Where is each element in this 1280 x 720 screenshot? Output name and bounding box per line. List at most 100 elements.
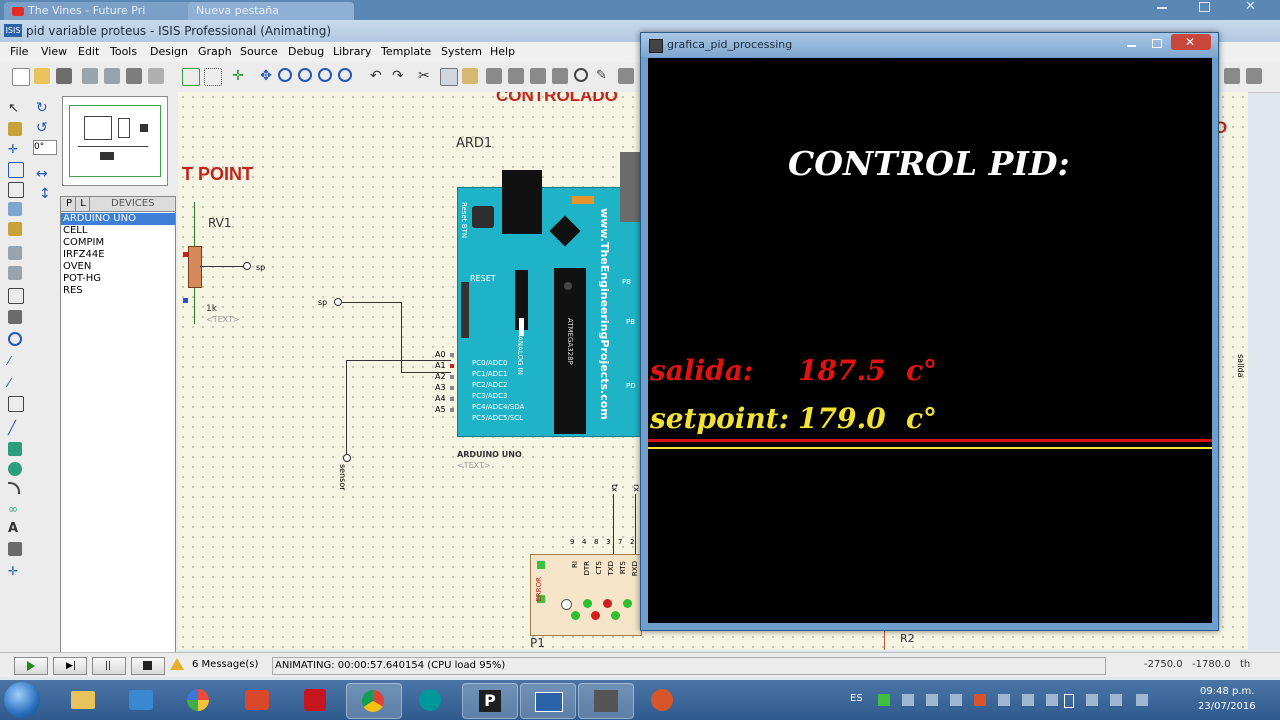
symbol-tool-icon[interactable] (8, 542, 22, 556)
clock-time[interactable]: 09:48 p.m. (1200, 686, 1254, 697)
sp-terminal[interactable] (243, 262, 251, 270)
current-probe-icon[interactable]: ⁄ (8, 376, 22, 390)
voltage-probe-icon[interactable]: ⁄ (8, 354, 22, 368)
maximize-button[interactable] (1145, 36, 1169, 50)
subcircuit-icon[interactable] (8, 222, 22, 236)
terminal-icon[interactable] (8, 246, 22, 260)
box-tool-icon[interactable] (8, 442, 22, 456)
tape-icon[interactable] (8, 310, 22, 324)
selection-mode-icon[interactable]: ↖ (8, 102, 22, 116)
reset-button[interactable] (472, 206, 494, 228)
pin-icon[interactable] (8, 266, 22, 280)
menu-tools[interactable]: Tools (110, 42, 137, 62)
refresh-icon[interactable] (182, 68, 200, 86)
library-manager-button[interactable]: L (77, 197, 90, 211)
open-folder-icon[interactable] (34, 68, 50, 84)
processing-title-bar[interactable]: grafica_pid_processing ✕ (641, 33, 1218, 57)
packaging-icon[interactable] (618, 68, 634, 84)
taskbar-app[interactable] (636, 683, 690, 717)
arduino-board[interactable]: Reset BTN ATMEGA328P www.TheEngineeringP… (457, 170, 649, 437)
taskbar-chrome[interactable] (346, 683, 402, 719)
taskbar-isis[interactable] (520, 683, 576, 719)
stop-button[interactable] (131, 657, 165, 675)
taskbar-explorer[interactable] (56, 683, 110, 717)
browser-tab-new[interactable]: Nueva pestaña (188, 2, 354, 20)
menu-file[interactable]: File (10, 42, 28, 62)
origin-icon[interactable]: ✛ (230, 68, 246, 84)
text-script-icon[interactable] (8, 182, 24, 198)
menu-help[interactable]: Help (490, 42, 515, 62)
junction-icon[interactable]: ✛ (8, 142, 22, 156)
taskbar-acrobat[interactable] (288, 683, 342, 717)
menu-graph[interactable]: Graph (198, 42, 232, 62)
pick-device-icon[interactable] (574, 68, 588, 82)
tray-icon[interactable] (1046, 694, 1058, 706)
generator-icon[interactable] (8, 332, 22, 346)
mirror-x-icon[interactable]: ↔ (36, 166, 48, 182)
taskbar-media-player[interactable] (114, 683, 168, 717)
language-indicator[interactable]: ES (850, 693, 863, 704)
device-item-oven[interactable]: OVEN (63, 261, 91, 273)
menu-debug[interactable]: Debug (288, 42, 324, 62)
print-area-icon[interactable] (148, 68, 164, 84)
bus-icon[interactable] (8, 202, 22, 216)
taskbar-processing[interactable]: P (462, 683, 518, 719)
rotate-ccw-icon[interactable]: ↺ (36, 120, 48, 136)
block-copy-icon[interactable] (486, 68, 502, 84)
undo-icon[interactable]: ↶ (370, 68, 386, 84)
circle-tool-icon[interactable] (8, 462, 22, 476)
menu-template[interactable]: Template (381, 42, 431, 62)
device-item-arduino-uno[interactable]: ARDUINO UNO (61, 213, 175, 225)
print-icon[interactable] (126, 68, 142, 84)
path-tool-icon[interactable]: ∞ (8, 502, 22, 516)
copy-icon[interactable] (440, 68, 458, 86)
overview-window[interactable] (62, 96, 168, 186)
component-mode-icon[interactable] (8, 122, 22, 136)
pick-device-button[interactable]: P (63, 197, 76, 211)
netlist-icon[interactable] (1224, 68, 1240, 84)
new-file-icon[interactable] (12, 68, 30, 86)
play-button[interactable] (14, 657, 48, 675)
arc-tool-icon[interactable] (8, 482, 20, 494)
menu-design[interactable]: Design (150, 42, 188, 62)
taskbar-app[interactable] (230, 683, 284, 717)
pan-icon[interactable]: ✥ (258, 68, 274, 84)
maximize-icon[interactable] (1199, 2, 1210, 12)
tray-icon[interactable] (998, 694, 1010, 706)
taskbar-arduino[interactable] (404, 683, 458, 717)
tray-icon[interactable] (902, 694, 914, 706)
clock-date[interactable]: 23/07/2016 (1198, 701, 1256, 712)
redo-icon[interactable]: ↷ (392, 68, 408, 84)
zoom-area-icon[interactable] (338, 68, 352, 82)
device-item-irfz44e[interactable]: IRFZ44E (63, 249, 105, 261)
menu-edit[interactable]: Edit (78, 42, 99, 62)
step-button[interactable]: ▶| (53, 657, 87, 675)
rotate-cw-icon[interactable]: ↻ (36, 100, 48, 116)
tray-icon[interactable] (878, 694, 890, 706)
taskbar-processing-sketch[interactable] (578, 683, 634, 719)
close-button[interactable]: ✕ (1171, 34, 1211, 50)
block-rotate-icon[interactable] (530, 68, 546, 84)
sensor-terminal[interactable] (343, 454, 351, 462)
device-item-compim[interactable]: COMPIM (63, 237, 104, 249)
tray-icon[interactable] (950, 694, 962, 706)
taskbar-app[interactable] (172, 683, 226, 717)
wire-label-icon[interactable] (8, 162, 24, 178)
device-item-cell[interactable]: CELL (63, 225, 87, 237)
menu-source[interactable]: Source (240, 42, 278, 62)
minimize-button[interactable] (1119, 36, 1143, 50)
graph-icon[interactable] (8, 288, 24, 304)
line-tool-icon[interactable]: ╱ (8, 422, 22, 436)
battery-icon[interactable] (1064, 694, 1074, 708)
zoom-in-icon[interactable] (278, 68, 292, 82)
export-icon[interactable] (104, 68, 120, 84)
potentiometer[interactable] (188, 246, 202, 288)
import-icon[interactable] (82, 68, 98, 84)
make-device-icon[interactable]: ✎ (596, 68, 612, 84)
bom-icon[interactable] (1246, 68, 1262, 84)
tray-icon[interactable] (1022, 694, 1034, 706)
tray-icon[interactable] (926, 694, 938, 706)
close-icon[interactable]: ✕ (1245, 0, 1256, 14)
zoom-all-icon[interactable] (318, 68, 332, 82)
save-icon[interactable] (56, 68, 72, 84)
